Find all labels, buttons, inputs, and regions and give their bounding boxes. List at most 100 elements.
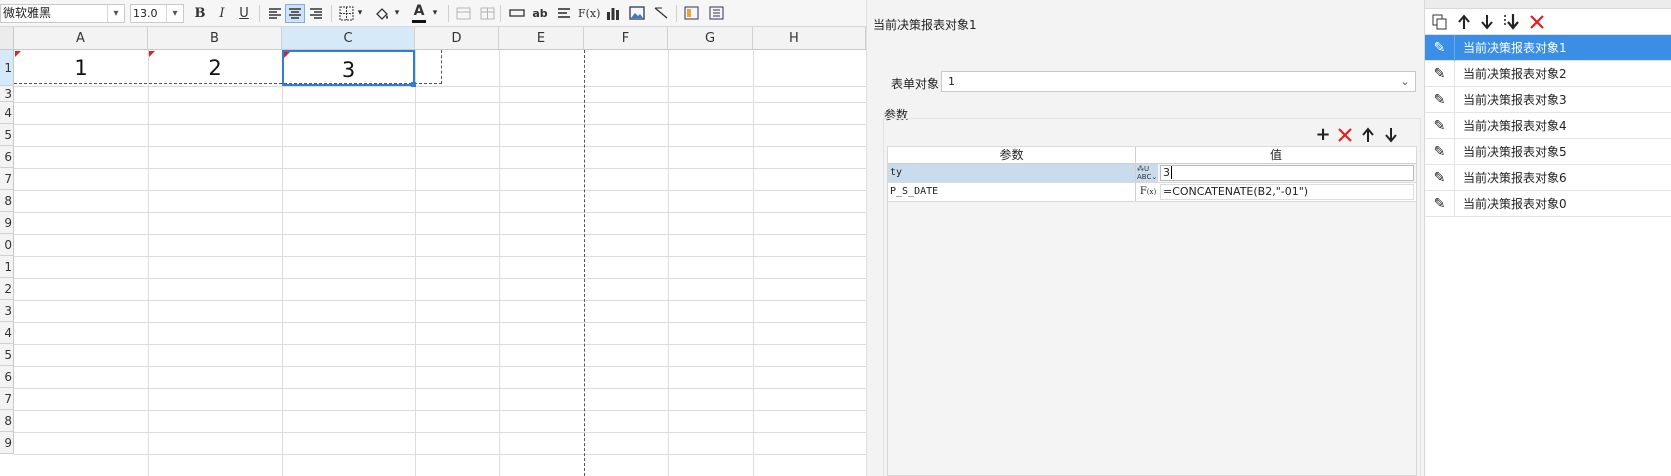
param-value-input[interactable]: 3 [1160, 165, 1414, 181]
fill-handle[interactable] [411, 82, 416, 87]
chevron-down-icon[interactable]: ▾ [166, 5, 183, 22]
params-table: 参数 值 ty ⁂U ABC⌄ 3 P_S_DATE F(x) =CONCATEN… [887, 146, 1417, 476]
row-header[interactable]: 3 [0, 300, 14, 322]
gridline [14, 190, 866, 191]
edit-icon[interactable]: ✎ [1425, 87, 1455, 113]
row-header[interactable]: 9 [0, 212, 14, 234]
list-item[interactable]: ✎ 当前决策报表对象0 [1425, 191, 1671, 217]
row-header[interactable]: 5 [0, 344, 14, 366]
cell-b1[interactable]: 2 [148, 50, 282, 86]
delete-icon[interactable] [1337, 127, 1355, 145]
edit-icon[interactable]: ✎ [1425, 165, 1455, 191]
cell-c1[interactable]: 3 [282, 50, 415, 86]
delete-icon[interactable] [1529, 14, 1545, 30]
column-header[interactable]: H [753, 27, 866, 50]
text-lines-icon[interactable] [554, 4, 574, 23]
text-color-button[interactable]: A [409, 4, 429, 23]
row-header[interactable]: 1 [0, 50, 14, 86]
form-icon[interactable] [706, 4, 726, 23]
chevron-down-icon[interactable]: ▾ [391, 4, 403, 23]
row-header[interactable]: 3 [0, 86, 14, 102]
unmerge-cells-icon[interactable] [477, 4, 497, 23]
move-to-bottom-icon[interactable] [1502, 13, 1520, 31]
arrow-down-icon[interactable] [1480, 14, 1494, 30]
row-header[interactable]: 1 [0, 256, 14, 278]
row-header[interactable]: 6 [0, 146, 14, 168]
font-size-value: 13.0 [133, 7, 158, 20]
column-header[interactable]: C [282, 27, 415, 50]
row-header[interactable]: 5 [0, 124, 14, 146]
align-center-icon[interactable] [285, 4, 305, 23]
row-header[interactable]: 9 [0, 432, 14, 454]
underline-button[interactable]: U [234, 4, 254, 23]
edit-icon[interactable]: ✎ [1425, 113, 1455, 139]
row-header[interactable]: 2 [0, 278, 14, 300]
add-icon[interactable]: + [1314, 126, 1332, 145]
cell-a1[interactable]: 1 [14, 50, 148, 86]
list-item[interactable]: ✎ 当前决策报表对象6 [1425, 165, 1671, 191]
slash-cell-icon[interactable] [651, 4, 671, 23]
wrap-text-button[interactable]: ab [530, 4, 550, 23]
row-header[interactable]: 7 [0, 388, 14, 410]
image-icon[interactable] [627, 4, 647, 23]
border-icon[interactable] [336, 4, 356, 23]
formula-button[interactable]: F(x) [578, 4, 600, 23]
list-item[interactable]: ✎ 当前决策报表对象5 [1425, 139, 1671, 165]
select-all-corner[interactable] [0, 27, 14, 50]
widget-icon[interactable] [681, 4, 701, 23]
copy-icon[interactable] [1432, 14, 1448, 30]
fill-color-icon[interactable] [372, 4, 392, 23]
arrow-down-icon[interactable] [1384, 127, 1400, 145]
param-value: 3 [1163, 166, 1170, 179]
column-header[interactable]: D [415, 27, 499, 50]
row-header[interactable]: 6 [0, 366, 14, 388]
param-name: P_S_DATE [888, 183, 1136, 201]
column-header[interactable]: B [148, 27, 282, 50]
edit-icon[interactable]: ✎ [1425, 61, 1455, 87]
insert-field-icon[interactable] [507, 4, 527, 23]
row-header[interactable]: 8 [0, 190, 14, 212]
table-row[interactable]: ty ⁂U ABC⌄ 3 [888, 164, 1416, 183]
column-header[interactable]: A [14, 27, 148, 50]
form-object-select[interactable]: 1 ⌄ [941, 71, 1416, 92]
column-header[interactable]: E [499, 27, 584, 50]
toolbar-divider [259, 5, 260, 22]
list-item[interactable]: ✎ 当前决策报表对象4 [1425, 113, 1671, 139]
cell-marker [15, 51, 21, 57]
formula-type-icon[interactable]: F(x) [1137, 183, 1159, 201]
font-size-select[interactable]: 13.0 ▾ [130, 4, 184, 23]
list-item[interactable]: ✎ 当前决策报表对象3 [1425, 87, 1671, 113]
column-header[interactable]: G [668, 27, 753, 50]
list-item[interactable]: ✎ 当前决策报表对象1 [1425, 35, 1671, 61]
font-family-value: 微软雅黑 [3, 6, 52, 20]
edit-icon[interactable]: ✎ [1425, 139, 1455, 165]
bold-button[interactable]: B [190, 4, 210, 23]
chevron-down-icon[interactable]: ⌄ [1395, 72, 1415, 91]
spreadsheet-grid[interactable]: A B C D E F G H 1 3 4 5 6 7 8 9 0 1 2 3 … [0, 27, 866, 476]
param-formula[interactable]: =CONCATENATE(B2,"-01") [1160, 184, 1414, 200]
chevron-down-icon[interactable]: ▾ [354, 4, 366, 23]
row-header[interactable]: 7 [0, 168, 14, 190]
row-header[interactable]: 8 [0, 410, 14, 432]
arrow-up-icon[interactable] [1361, 127, 1377, 145]
align-right-icon[interactable] [306, 4, 326, 23]
font-family-select[interactable]: 微软雅黑 ▾ [0, 4, 125, 23]
arrow-up-icon[interactable] [1457, 14, 1471, 30]
italic-button[interactable]: I [212, 4, 232, 23]
column-header[interactable]: F [584, 27, 668, 50]
gridline [415, 50, 416, 476]
list-item[interactable]: ✎ 当前决策报表对象2 [1425, 61, 1671, 87]
edit-icon[interactable]: ✎ [1425, 35, 1455, 61]
text-type-icon[interactable]: ⁂U ABC⌄ [1136, 164, 1158, 182]
merge-cells-icon[interactable] [453, 4, 473, 23]
align-left-icon[interactable] [265, 4, 285, 23]
table-row[interactable]: P_S_DATE F(x) =CONCATENATE(B2,"-01") [888, 183, 1416, 202]
bar-chart-icon[interactable] [603, 4, 623, 23]
chevron-down-icon[interactable]: ▾ [107, 5, 124, 22]
row-header[interactable]: 4 [0, 322, 14, 344]
chevron-down-icon[interactable]: ▾ [429, 4, 441, 23]
row-header[interactable]: 4 [0, 102, 14, 124]
edit-icon[interactable]: ✎ [1425, 191, 1455, 217]
row-header[interactable]: 0 [0, 234, 14, 256]
format-toolbar: 微软雅黑 ▾ 13.0 ▾ B I U ▾ ▾ A ▾ ab F(x) [0, 0, 866, 27]
